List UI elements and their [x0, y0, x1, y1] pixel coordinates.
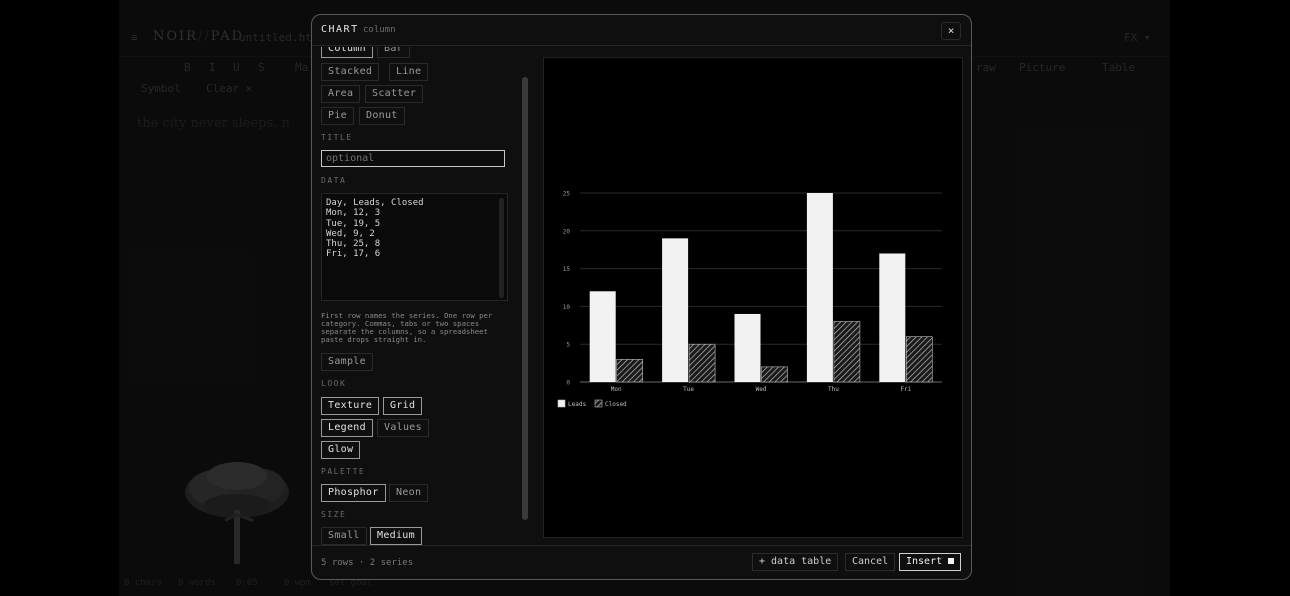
dialog-title: CHART: [321, 24, 359, 35]
y-tick-label: 10: [563, 304, 571, 311]
data-textarea-content: Day, Leads, Closed Mon, 12, 3 Tue, 19, 5…: [326, 198, 424, 260]
bar-closed-fri: [905, 336, 933, 383]
bar-leads-fri: [879, 253, 906, 382]
size-medium[interactable]: Medium: [370, 527, 422, 545]
chart-type-donut[interactable]: Donut: [359, 107, 405, 125]
data-summary: 5 rows · 2 series: [321, 558, 414, 568]
chart-type-area[interactable]: Area: [321, 85, 361, 103]
sample-button[interactable]: Sample: [321, 353, 373, 371]
palette-section-label: PALETTE: [321, 467, 366, 476]
title-section-label: TITLE: [321, 133, 353, 142]
dialog-header: CHART column ×: [312, 15, 971, 46]
dialog-footer: 5 rows · 2 series + data table Cancel In…: [312, 545, 971, 579]
legend-label-leads: Leads: [568, 401, 586, 408]
chart-dialog: CHART column × Column Bar Stacked Line A…: [311, 14, 972, 580]
x-tick-label: Wed: [756, 386, 767, 393]
bar-leads-thu: [806, 193, 833, 382]
look-legend-toggle[interactable]: Legend: [321, 419, 373, 437]
data-help-text: First row names the series. One row per …: [321, 311, 493, 344]
x-tick-label: Fri: [900, 386, 911, 393]
look-texture-toggle[interactable]: Texture: [321, 397, 380, 415]
chart-type-column[interactable]: Column: [321, 47, 373, 58]
bar-closed-tue: [688, 343, 716, 383]
y-tick-label: 25: [563, 191, 571, 198]
look-section-label: LOOK: [321, 379, 347, 388]
look-values-toggle[interactable]: Values: [377, 419, 429, 437]
chart-type-bar[interactable]: Bar: [377, 47, 410, 58]
dialog-subtitle: column: [363, 25, 396, 35]
chart-type-line[interactable]: Line: [389, 63, 429, 81]
y-tick-label: 15: [563, 266, 571, 273]
y-tick-label: 0: [566, 380, 570, 387]
palette-phosphor[interactable]: Phosphor: [321, 484, 386, 502]
data-textarea[interactable]: Day, Leads, Closed Mon, 12, 3 Tue, 19, 5…: [321, 193, 508, 301]
legend-swatch-closed: [594, 399, 603, 408]
size-small[interactable]: Small: [321, 527, 367, 545]
x-tick-label: Mon: [611, 386, 622, 393]
palette-neon[interactable]: Neon: [389, 484, 429, 502]
chart-type-stacked[interactable]: Stacked: [321, 63, 380, 81]
chart-title-input[interactable]: [321, 150, 505, 167]
bar-leads-mon: [589, 291, 616, 382]
bar-leads-wed: [734, 313, 761, 382]
chart-type-scatter[interactable]: Scatter: [365, 85, 424, 103]
bar-closed-mon: [616, 359, 643, 383]
insert-square-icon: [948, 558, 955, 564]
chart-type-pie[interactable]: Pie: [321, 107, 354, 125]
insert-button-label: Insert: [906, 556, 943, 567]
bar-leads-tue: [662, 238, 689, 382]
data-textarea-scrollbar[interactable]: [499, 198, 504, 298]
legend-label-closed: Closed: [605, 401, 627, 408]
options-scrollbar-thumb[interactable]: [522, 77, 528, 520]
options-pane: Column Bar Stacked Line Area Scatter Pie…: [312, 47, 531, 547]
insert-button[interactable]: Insert: [899, 553, 962, 571]
column-chart: 0 5 10 15 20 25 Mon Tue Wed Thu Fri Leads Closed: [557, 191, 942, 408]
bar-closed-wed: [761, 366, 788, 383]
x-tick-label: Thu: [828, 386, 839, 393]
look-grid-toggle[interactable]: Grid: [383, 397, 423, 415]
x-tick-label: Tue: [683, 386, 694, 393]
data-section-label: DATA: [321, 176, 347, 185]
look-glow-toggle[interactable]: Glow: [321, 441, 361, 459]
bar-closed-thu: [833, 321, 861, 383]
chart-preview: 0 5 10 15 20 25 Mon Tue Wed Thu Fri Leads Closed: [543, 57, 963, 538]
size-section-label: SIZE: [321, 510, 347, 519]
cancel-button[interactable]: Cancel: [845, 553, 896, 571]
add-data-table-button[interactable]: + data table: [752, 553, 839, 571]
close-button[interactable]: ×: [941, 22, 961, 40]
legend-swatch-leads: [557, 399, 566, 408]
y-tick-label: 5: [566, 342, 570, 349]
y-tick-label: 20: [563, 228, 571, 235]
